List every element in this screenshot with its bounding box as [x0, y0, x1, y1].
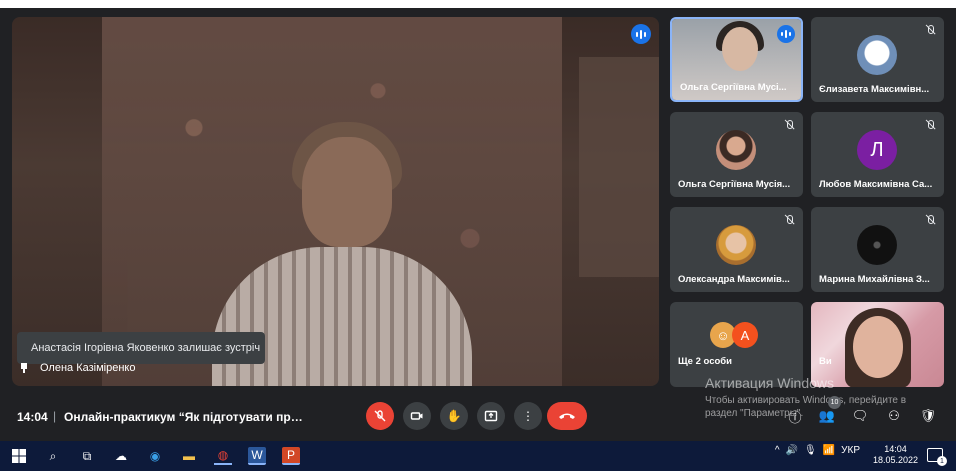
watermark-title: Активация Windows	[705, 375, 835, 391]
notification-center-icon[interactable]: 1	[927, 448, 947, 466]
main-participant-name: Олена Казіміренко	[40, 362, 136, 374]
participant-tile[interactable]: Марина Михайлівна З...	[811, 207, 944, 292]
speaker-face	[302, 137, 392, 247]
participant-name: Ольга Сергіївна Мусі...	[680, 82, 787, 93]
network-icon[interactable]: 📶	[823, 445, 835, 456]
weather-icon[interactable]: ☁	[112, 447, 130, 465]
main-participant-label: Олена Казіміренко	[20, 362, 135, 374]
browser-top-edge	[0, 0, 956, 8]
avatar	[716, 225, 756, 265]
participants-count-badge: 10	[828, 396, 841, 409]
windows-start-icon[interactable]	[10, 447, 28, 465]
chrome-icon[interactable]: ◍	[214, 447, 232, 465]
background-shelf	[579, 57, 659, 277]
avatar	[716, 130, 756, 170]
pin-icon[interactable]	[20, 363, 28, 373]
file-explorer-icon[interactable]: ▬	[180, 447, 198, 465]
leave-notification-toast: Анастасія Ігорівна Яковенко залишає зуст…	[17, 332, 265, 364]
microphone-icon[interactable]: 🎙	[804, 445, 817, 456]
self-label: Ви	[819, 356, 832, 367]
powerpoint-icon[interactable]: P	[282, 447, 300, 465]
taskbar-date: 18.05.2022	[873, 455, 919, 465]
toast-text: Анастасія Ігорівна Яковенко залишає зуст…	[31, 342, 261, 354]
chevron-up-icon[interactable]: ^	[775, 445, 780, 456]
chat-icon[interactable]: 🗨	[850, 406, 870, 426]
windows-logo-icon	[12, 449, 26, 463]
search-icon[interactable]: ⌕	[44, 447, 62, 465]
info-icon[interactable]: ⓘ	[785, 406, 805, 426]
task-view-icon[interactable]: ⧉	[78, 447, 96, 465]
people-icon[interactable]: 👥	[817, 406, 837, 426]
hang-up-icon	[559, 413, 575, 419]
word-icon[interactable]: W	[248, 447, 266, 465]
more-avatars: ☺ А	[710, 322, 758, 348]
more-participants-label: Ще 2 особи	[678, 356, 732, 367]
system-tray: ^ 🔊 🎙 📶 УКР	[775, 445, 860, 456]
speaking-indicator-icon	[777, 25, 795, 43]
notification-count: 1	[937, 456, 947, 466]
present-screen-button[interactable]	[477, 402, 505, 430]
camera-icon	[410, 412, 423, 420]
separator: |	[53, 409, 57, 423]
participant-name: Любов Максимівна Са...	[819, 179, 933, 190]
participant-tile[interactable]: Л Любов Максимівна Са...	[811, 112, 944, 197]
main-video[interactable]	[12, 17, 659, 386]
mic-off-icon	[924, 24, 936, 36]
more-options-button[interactable]: ⋮	[514, 402, 542, 430]
edge-icon[interactable]: ◉	[146, 447, 164, 465]
mic-toggle-button[interactable]	[366, 402, 394, 430]
participant-name: Олександра Максимів...	[678, 274, 790, 285]
mic-off-icon	[924, 119, 936, 131]
participant-face	[722, 27, 758, 71]
camera-toggle-button[interactable]	[403, 402, 431, 430]
host-controls-icon[interactable]: 🛡	[918, 406, 938, 426]
volume-icon[interactable]: 🔊	[786, 445, 798, 456]
windows-taskbar: ⌕ ⧉ ☁ ◉ ▬ ◍ W P ^ 🔊 🎙 📶 УКР 14:04 18.05.…	[0, 441, 956, 471]
avatar: А	[732, 322, 758, 348]
taskbar-time: 14:04	[884, 444, 907, 454]
mic-off-icon	[924, 214, 936, 226]
participant-tile[interactable]: Ольга Сергіївна Мусі...	[670, 17, 803, 102]
meet-window: Анастасія Ігорівна Яковенко залишає зуст…	[0, 0, 956, 441]
participant-name: Єлизавета Максимівн...	[819, 84, 930, 95]
participant-name: Марина Михайлівна З...	[819, 274, 930, 285]
meeting-title: Онлайн-практикум “Як підготувати презен.…	[64, 410, 309, 424]
more-vert-icon: ⋮	[522, 409, 534, 423]
hand-icon: ✋	[446, 409, 462, 423]
present-icon	[484, 410, 498, 422]
mic-off-icon	[374, 410, 386, 422]
raise-hand-button[interactable]: ✋	[440, 402, 468, 430]
mic-off-icon	[783, 214, 795, 226]
leave-call-button[interactable]	[547, 402, 587, 430]
mic-off-icon	[783, 119, 795, 131]
avatar	[857, 35, 897, 75]
participant-name: Ольга Сергіївна Мусія...	[678, 179, 791, 190]
taskbar-clock[interactable]: 14:04 18.05.2022	[873, 444, 918, 466]
meeting-time: 14:04	[17, 410, 48, 424]
activities-icon[interactable]: ⚇	[884, 406, 904, 426]
participant-tile[interactable]: Єлизавета Максимівн...	[811, 17, 944, 102]
speaking-indicator-icon	[631, 24, 651, 44]
avatar	[857, 225, 897, 265]
meeting-controls-bar: 14:04 | Онлайн-практикум “Як підготувати…	[0, 392, 956, 438]
participant-tile[interactable]: Олександра Максимів...	[670, 207, 803, 292]
participant-tile[interactable]: Ольга Сергіївна Мусія...	[670, 112, 803, 197]
avatar: Л	[857, 130, 897, 170]
language-indicator[interactable]: УКР	[841, 445, 860, 456]
self-face	[853, 316, 903, 378]
